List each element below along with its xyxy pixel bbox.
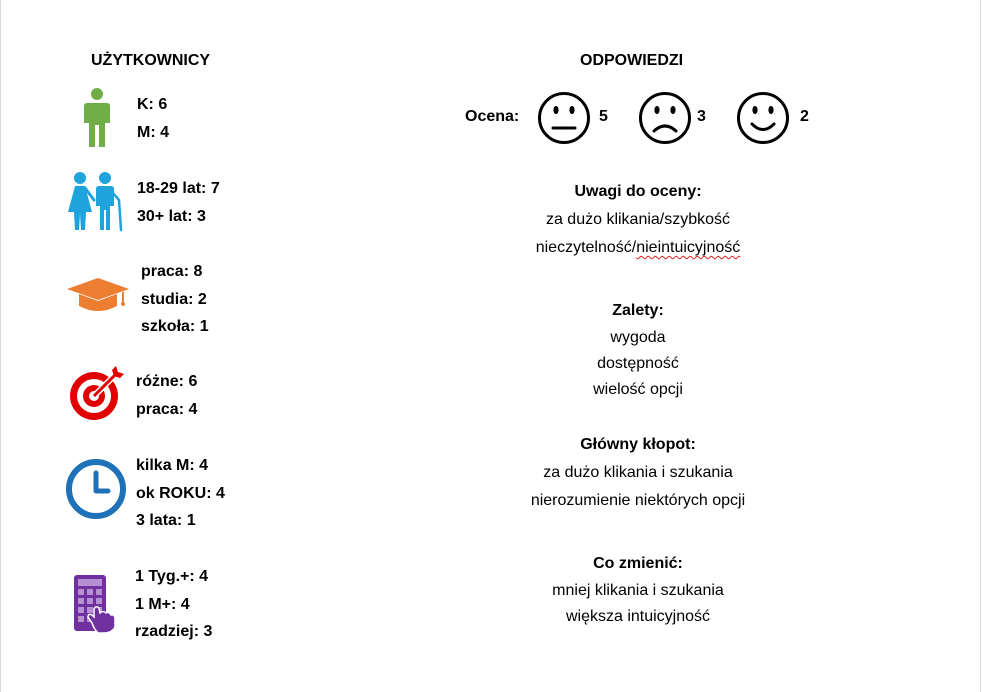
usage-duration-stats: kilka M: 4 ok ROKU: 4 3 lata: 1: [136, 452, 225, 535]
answers-title: ODPOWIEDZI: [580, 52, 684, 69]
stat-line: 1 Tyg.+: 4: [135, 568, 209, 585]
occupation-stats: praca: 8 studia: 2 szkoła: 1: [141, 258, 209, 341]
stat-line: szkoła: 1: [141, 318, 209, 335]
rating-label: Ocena:: [465, 108, 520, 125]
users-title: UŻYTKOWNICY: [91, 52, 211, 69]
calendar-touch-icon: [74, 575, 116, 633]
advantages-line: wygoda: [610, 329, 666, 346]
what-to-change-line: większa intuicyjność: [565, 608, 711, 625]
stat-line: K: 6: [137, 96, 168, 113]
clock-icon: [66, 459, 126, 519]
what-to-change-heading: Co zmienić:: [593, 555, 683, 572]
stat-line: 30+ lat: 3: [137, 207, 206, 225]
stat-line: M: 4: [137, 123, 169, 141]
stat-line: kilka M: 4: [136, 457, 209, 474]
sad-face-icon: [639, 92, 691, 144]
stat-line: różne: 6: [136, 373, 198, 390]
stat-line: rzadziej: 3: [135, 623, 213, 640]
age-stats: 18-29 lat: 7 30+ lat: 3: [137, 175, 220, 230]
advantages-heading: Zalety:: [612, 302, 664, 319]
advantages-line: dostępność: [597, 355, 679, 372]
what-to-change-section: Co zmienić: mniej klikania i szukania wi…: [478, 550, 798, 630]
stat-line: 3 lata: 1: [136, 512, 196, 529]
remarks-line: nieczytelność/nieintuicyjność: [478, 234, 798, 262]
person-icon: [84, 88, 110, 147]
stat-line: studia: 2: [141, 290, 207, 308]
what-to-change-line: mniej klikania i szukania: [552, 582, 724, 599]
target-icon: [70, 366, 124, 420]
stat-line: 1 M+: 4: [135, 595, 190, 613]
graduation-cap-icon: [67, 278, 129, 311]
main-problem-line: nierozumienie niektórych opcji: [530, 492, 746, 509]
page-edge-left: [0, 0, 1, 692]
frequency-stats: 1 Tyg.+: 4 1 M+: 4 rzadziej: 3: [135, 563, 212, 646]
happy-face-icon: [737, 92, 789, 144]
stat-line: 18-29 lat: 7: [137, 180, 220, 197]
happy-count: 2: [800, 108, 809, 125]
stat-line: praca: 8: [141, 263, 203, 280]
main-problem-section: Główny kłopot: za dużo klikania i szukan…: [478, 431, 798, 515]
main-problem-line: za dużo klikania i szukania: [543, 464, 733, 481]
stat-line: praca: 4: [136, 400, 198, 418]
neutral-face-icon: [538, 92, 590, 144]
sad-count: 3: [697, 108, 706, 125]
advantages-section: Zalety: wygoda dostępność wielość opcji: [478, 297, 798, 403]
main-problem-heading: Główny kłopot:: [580, 436, 696, 453]
remarks-line-prefix: nieczytelność/: [535, 239, 637, 256]
neutral-count: 5: [599, 108, 608, 125]
stat-line: ok ROKU: 4: [136, 484, 225, 502]
remarks-section: Uwagi do oceny: za dużo klikania/szybkoś…: [478, 178, 798, 262]
remarks-heading: Uwagi do oceny:: [574, 183, 702, 200]
remarks-line: za dużo klikania/szybkość: [545, 211, 731, 228]
advantages-line: wielość opcji: [593, 381, 683, 398]
spelling-marked-word: nieintuicyjność: [636, 239, 741, 256]
purpose-stats: różne: 6 praca: 4: [136, 368, 197, 423]
couple-icon: [68, 172, 123, 232]
gender-stats: K: 6 M: 4: [137, 91, 169, 146]
page-edge-right: [980, 0, 981, 692]
